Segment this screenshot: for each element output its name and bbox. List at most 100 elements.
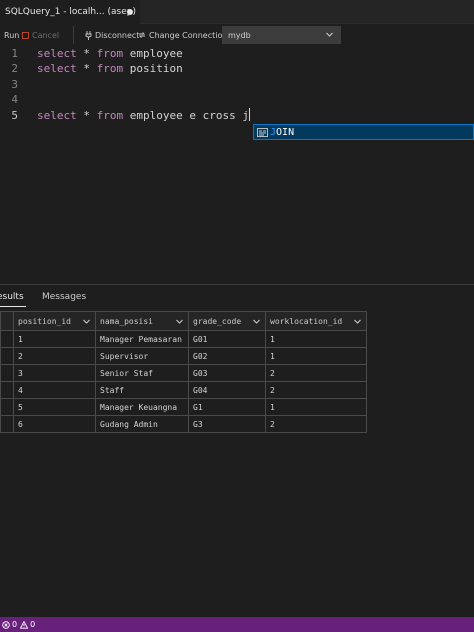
grid-cell[interactable]: 5 [13, 398, 96, 416]
column-header[interactable]: nama_posisi [95, 311, 189, 331]
keyword: select [37, 62, 77, 75]
grid-cell[interactable]: 3 [13, 364, 96, 382]
column-header-label: nama_posisi [100, 316, 153, 326]
keyword: from [96, 109, 124, 122]
grid-cell[interactable]: G02 [188, 347, 266, 365]
operator: * [76, 109, 97, 122]
sql-editor[interactable]: 1 select * from employee 2 select * from… [0, 46, 474, 284]
editor-line: 1 select * from employee [0, 46, 474, 61]
column-header-label: position_id [18, 316, 71, 326]
change-connection-label: Change Connection [149, 30, 228, 40]
chevron-down-icon[interactable] [175, 317, 184, 326]
error-icon [2, 620, 10, 629]
autocomplete-label: JOIN [270, 127, 294, 138]
grid-cell[interactable]: Gudang Admin [95, 415, 189, 433]
identifier: position [123, 62, 183, 75]
grid-cell[interactable]: Manager Keuangna [95, 398, 189, 416]
line-number: 3 [11, 78, 18, 91]
grid-cell[interactable]: Senior Staf [95, 364, 189, 382]
table-row[interactable]: 5 Manager Keuangna G1 1 [0, 398, 367, 416]
status-bar: 0 0 [0, 617, 474, 632]
grid-cell[interactable]: 1 [265, 398, 367, 416]
table-row[interactable]: 6 Gudang Admin G3 2 [0, 415, 367, 433]
run-button[interactable]: Run [4, 25, 19, 45]
operator: * [76, 47, 97, 60]
identifier: employee [123, 47, 183, 60]
line-number: 4 [11, 93, 18, 106]
column-header[interactable]: grade_code [188, 311, 266, 331]
row-number-cell[interactable] [0, 381, 14, 399]
database-value: mydb [228, 30, 251, 40]
grid-cell[interactable]: G1 [188, 398, 266, 416]
problems-indicator[interactable]: 0 0 [2, 620, 35, 629]
database-select[interactable]: mydb [222, 26, 341, 44]
grid-cell[interactable]: Supervisor [95, 347, 189, 365]
query-tab[interactable]: SQLQuery_1 - localh... (asep) [0, 0, 140, 24]
autocomplete-rest: OIN [276, 126, 295, 138]
table-row[interactable]: 4 Staff G04 2 [0, 381, 367, 399]
line-number: 5 [11, 109, 18, 122]
row-number-cell[interactable] [0, 347, 14, 365]
chevron-down-icon[interactable] [82, 317, 91, 326]
keyword-icon [257, 127, 268, 137]
line-number: 1 [11, 47, 18, 60]
grid-cell[interactable]: 1 [13, 330, 96, 348]
chevron-down-icon [326, 32, 333, 37]
change-connection-button[interactable]: Change Connection [138, 25, 227, 45]
table-row[interactable]: 1 Manager Pemasaran G01 1 [0, 330, 367, 348]
warning-icon [20, 620, 29, 629]
code-text[interactable]: select * from position [37, 61, 183, 76]
tab-messages[interactable]: Messages [42, 292, 86, 302]
tab-results[interactable]: esults [0, 292, 24, 302]
toolbar-separator [73, 26, 74, 44]
tab-title: SQLQuery_1 - localh... (asep) [5, 7, 136, 17]
grid-cell[interactable]: 2 [13, 347, 96, 365]
column-header-label: grade_code [193, 316, 242, 326]
run-label: Run [4, 30, 20, 40]
keyword: select [37, 47, 77, 60]
grid-cell[interactable]: 2 [265, 415, 367, 433]
cancel-button[interactable]: Cancel [22, 25, 59, 45]
grid-cell[interactable]: G03 [188, 364, 266, 382]
grid-cell[interactable]: 1 [265, 347, 367, 365]
column-header-label: worklocation_id [270, 316, 343, 326]
row-number-cell[interactable] [0, 330, 14, 348]
column-header[interactable]: position_id [13, 311, 96, 331]
table-row[interactable]: 3 Senior Staf G03 2 [0, 364, 367, 382]
grid-cell[interactable]: 2 [265, 364, 367, 382]
code-text[interactable]: select * from employee e cross j [37, 108, 250, 123]
change-connection-icon [138, 32, 146, 38]
autocomplete-item-join[interactable]: JOIN [253, 124, 474, 140]
code-text[interactable]: select * from employee [37, 46, 183, 61]
grid-cell[interactable]: 1 [265, 330, 367, 348]
table-row[interactable]: 2 Supervisor G02 1 [0, 347, 367, 365]
grid-cell[interactable]: Manager Pemasaran [95, 330, 189, 348]
grid-cell[interactable]: G01 [188, 330, 266, 348]
editor-line: 4 [0, 92, 474, 107]
editor-line: 2 select * from position [0, 61, 474, 76]
grid-cell[interactable]: Staff [95, 381, 189, 399]
keyword: from [96, 47, 124, 60]
editor-line: 3 [0, 77, 474, 92]
tab-bar: SQLQuery_1 - localh... (asep) [0, 0, 474, 24]
grid-cell[interactable]: 2 [265, 381, 367, 399]
grid-cell[interactable]: 6 [13, 415, 96, 433]
cancel-label: Cancel [32, 30, 60, 40]
disconnect-button[interactable]: Disconnect [85, 25, 139, 45]
grid-cell[interactable]: 4 [13, 381, 96, 399]
disconnect-label: Disconnect [95, 30, 140, 40]
unsaved-dot-icon[interactable] [127, 9, 133, 15]
row-number-header[interactable] [0, 311, 14, 331]
text-cursor [248, 108, 250, 121]
identifier: employee e cross j [123, 109, 249, 122]
row-number-cell[interactable] [0, 415, 14, 433]
column-header[interactable]: worklocation_id [265, 311, 367, 331]
results-grid[interactable]: position_id nama_posisi grade_code workl… [0, 311, 367, 433]
chevron-down-icon[interactable] [252, 317, 261, 326]
row-number-cell[interactable] [0, 364, 14, 382]
grid-cell[interactable]: G3 [188, 415, 266, 433]
grid-cell[interactable]: G04 [188, 381, 266, 399]
chevron-down-icon[interactable] [353, 317, 362, 326]
row-number-cell[interactable] [0, 398, 14, 416]
disconnect-icon [85, 30, 92, 40]
